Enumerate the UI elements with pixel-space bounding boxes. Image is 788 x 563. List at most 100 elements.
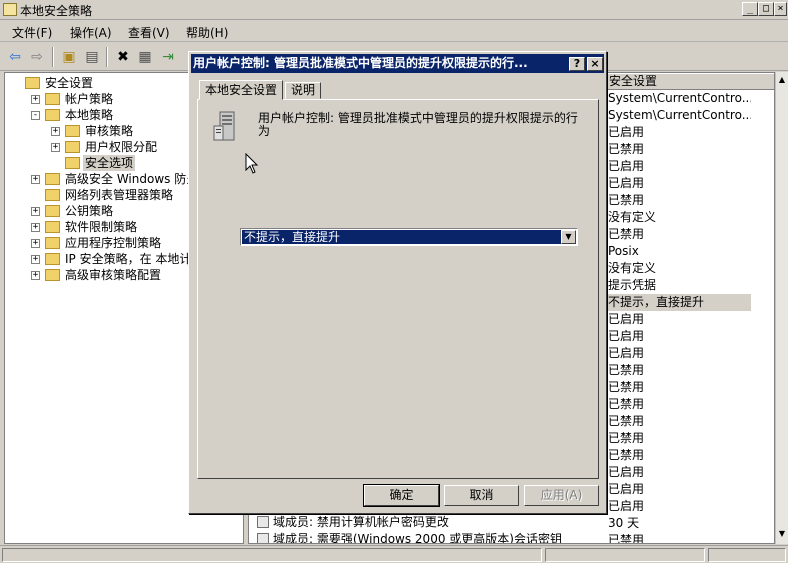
tree-item[interactable]: 审核策略 <box>83 123 135 139</box>
setting-value[interactable]: 提示凭据 <box>608 277 751 294</box>
window-title-bar: 本地安全策略 _ □ × <box>0 0 788 20</box>
policy-server-icon <box>211 110 241 144</box>
menu-action[interactable]: 操作(A) <box>70 24 112 41</box>
ok-button[interactable]: 确定 <box>363 484 440 507</box>
setting-value[interactable]: Posix <box>608 243 751 260</box>
toolbar-separator <box>106 47 108 67</box>
show-hide-tree-icon[interactable]: ▤ <box>82 47 102 67</box>
setting-value[interactable]: 已禁用 <box>608 447 751 464</box>
setting-value[interactable]: 没有定义 <box>608 209 751 226</box>
setting-value[interactable]: System\CurrentContro... <box>608 90 751 107</box>
setting-value[interactable]: 30 天 <box>608 515 751 532</box>
dialog-title-bar: 用户帐户控制: 管理员批准模式中管理员的提升权限提示的行... ? × <box>191 54 604 73</box>
policy-name: 用户帐户控制: 管理员批准模式中管理员的提升权限提示的行为 <box>258 111 578 138</box>
expand-icon[interactable]: + <box>31 255 40 264</box>
toolbar-separator <box>52 47 54 67</box>
menu-file[interactable]: 文件(F) <box>12 24 52 41</box>
tree-item[interactable]: 本地策略 <box>63 107 115 123</box>
tree-item[interactable]: 软件限制策略 <box>63 219 139 235</box>
folder-icon <box>45 173 60 185</box>
setting-value[interactable]: 已启用 <box>608 124 751 141</box>
app-icon <box>3 3 17 16</box>
dialog-close-button[interactable]: × <box>587 57 603 71</box>
setting-value[interactable]: 已禁用 <box>608 396 751 413</box>
expand-icon[interactable]: + <box>31 239 40 248</box>
setting-value[interactable]: 已启用 <box>608 464 751 481</box>
cursor-icon <box>245 152 259 180</box>
setting-value[interactable]: 不提示，直接提升 <box>608 294 751 311</box>
scroll-up-arrow[interactable]: ▲ <box>776 74 788 86</box>
export-icon[interactable]: ⇥ <box>158 47 178 67</box>
setting-value[interactable]: 已启用 <box>608 175 751 192</box>
list-item[interactable]: 域成员: 需要强(Windows 2000 或更高版本)会话密钥 <box>257 531 562 543</box>
setting-value[interactable]: 已启用 <box>608 328 751 345</box>
expand-icon[interactable]: + <box>31 207 40 216</box>
tree-item[interactable]: 用户权限分配 <box>83 139 159 155</box>
expand-icon[interactable]: + <box>51 143 60 152</box>
folder-icon <box>65 141 80 153</box>
expand-icon[interactable]: + <box>51 127 60 136</box>
folder-icon <box>45 269 60 281</box>
setting-value[interactable]: 已禁用 <box>608 192 751 209</box>
apply-button[interactable]: 应用(A) <box>524 485 599 506</box>
setting-value[interactable]: 已启用 <box>608 311 751 328</box>
setting-value[interactable]: 已启用 <box>608 481 751 498</box>
setting-value[interactable]: 没有定义 <box>608 260 751 277</box>
policy-properties-dialog: 用户帐户控制: 管理员批准模式中管理员的提升权限提示的行... ? × 用户帐户… <box>188 51 607 514</box>
tree-item[interactable]: 安全选项 <box>83 155 136 171</box>
folder-icon <box>65 157 80 169</box>
setting-value[interactable]: 已启用 <box>608 345 751 362</box>
folder-icon <box>45 221 60 233</box>
tree-item[interactable]: 安全设置 <box>43 75 95 91</box>
setting-value[interactable]: 已禁用 <box>608 413 751 430</box>
setting-value[interactable]: 已启用 <box>608 498 751 515</box>
expand-icon[interactable]: + <box>31 175 40 184</box>
properties-icon[interactable]: ▦ <box>135 47 155 67</box>
folder-icon <box>45 253 60 265</box>
maximize-button[interactable]: □ <box>758 2 774 16</box>
forward-arrow-icon[interactable]: ⇨ <box>27 47 47 67</box>
scroll-down-arrow[interactable]: ▼ <box>776 528 788 540</box>
tree-item[interactable]: 高级审核策略配置 <box>63 267 163 283</box>
tree-item[interactable]: 公钥策略 <box>63 203 115 219</box>
vertical-scrollbar[interactable]: ▲ ▼ <box>775 72 788 544</box>
folder-icon <box>45 189 60 201</box>
tab-local-security-setting[interactable]: 本地安全设置 <box>199 80 284 100</box>
expand-icon[interactable]: + <box>31 95 40 104</box>
up-folder-icon[interactable]: ▣ <box>59 47 79 67</box>
column-header-security-setting[interactable]: 安全设置 <box>606 73 774 90</box>
setting-value[interactable]: System\CurrentContro... <box>608 107 751 124</box>
expand-icon[interactable]: + <box>31 223 40 232</box>
setting-value[interactable]: 已禁用 <box>608 430 751 447</box>
policy-icon <box>257 533 269 543</box>
prompt-behavior-dropdown[interactable]: 不提示，直接提升 ▼ <box>240 228 578 246</box>
setting-value[interactable]: 已启用 <box>608 158 751 175</box>
back-arrow-icon[interactable]: ⇦ <box>5 47 25 67</box>
setting-value[interactable]: 已禁用 <box>608 532 751 543</box>
chevron-down-icon[interactable]: ▼ <box>561 230 576 244</box>
minimize-button[interactable]: _ <box>742 2 758 16</box>
cancel-button[interactable]: 取消 <box>444 485 519 506</box>
folder-icon <box>45 109 60 121</box>
setting-value[interactable]: 已禁用 <box>608 226 751 243</box>
setting-value[interactable]: 已禁用 <box>608 362 751 379</box>
tab-explain[interactable]: 说明 <box>285 82 322 99</box>
dialog-title: 用户帐户控制: 管理员批准模式中管理员的提升权限提示的行... <box>193 56 528 70</box>
close-button[interactable]: × <box>774 2 787 16</box>
tree-item[interactable]: 网络列表管理器策略 <box>63 187 175 203</box>
list-item[interactable]: 域成员: 禁用计算机帐户密码更改 <box>257 514 449 531</box>
expand-icon[interactable]: + <box>31 271 40 280</box>
setting-value[interactable]: 已禁用 <box>608 379 751 396</box>
menu-view[interactable]: 查看(V) <box>128 24 170 41</box>
collapse-icon[interactable]: - <box>31 111 40 120</box>
menu-help[interactable]: 帮助(H) <box>186 24 228 41</box>
help-button[interactable]: ? <box>569 57 585 71</box>
delete-icon[interactable]: ✖ <box>113 47 133 67</box>
tree-item[interactable]: 应用程序控制策略 <box>63 235 163 251</box>
window-title: 本地安全策略 <box>20 4 93 18</box>
dropdown-selected-value: 不提示，直接提升 <box>242 230 562 244</box>
policy-icon <box>257 516 269 528</box>
status-pane <box>545 548 705 562</box>
setting-value[interactable]: 已禁用 <box>608 141 751 158</box>
tree-item[interactable]: 帐户策略 <box>63 91 115 107</box>
